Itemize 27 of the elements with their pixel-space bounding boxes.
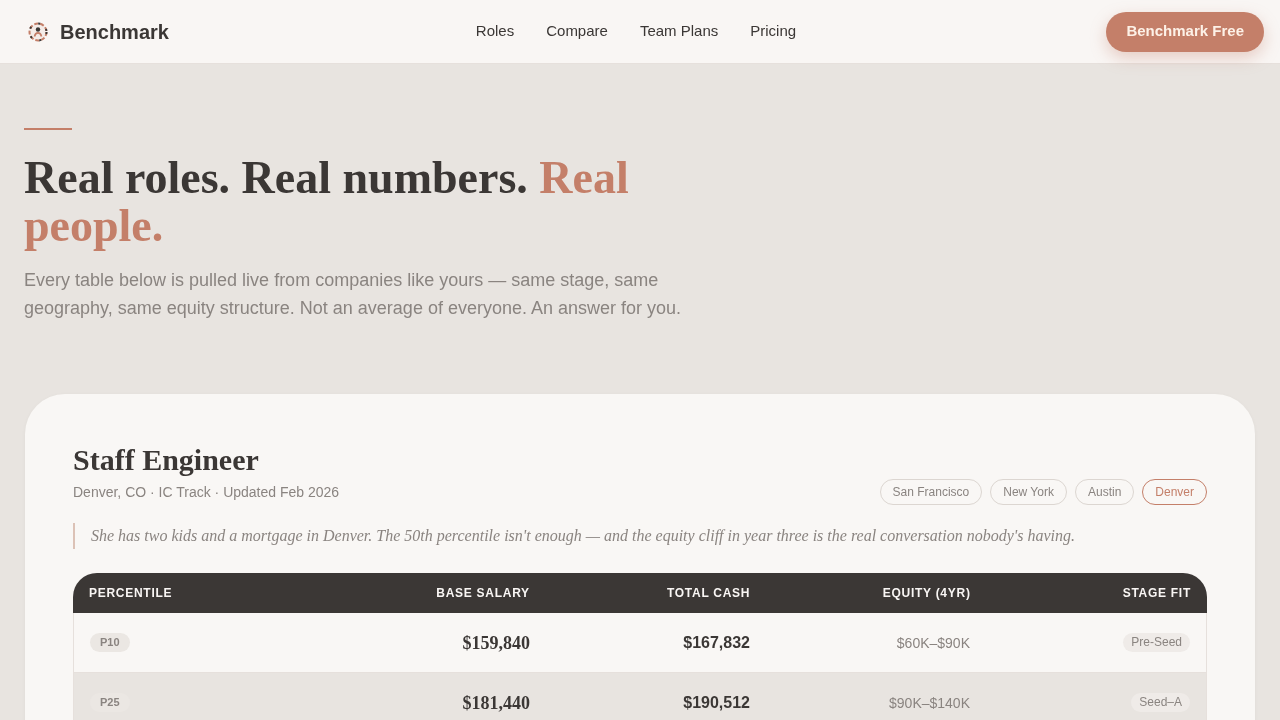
equity-cell-text: $90K–$140K	[888, 693, 970, 712]
percentile-badge: P10	[90, 633, 130, 652]
role-quote: She has two kids and a mortgage in Denver. The 50th percentile isn't enough — and the equity cliff in year three is the real conversation nobody's having.	[73, 523, 1207, 549]
column-header: STAGE FIT	[1121, 585, 1191, 602]
role-title: Staff Engineer	[73, 442, 260, 478]
nav-link[interactable]: Roles	[475, 20, 515, 43]
total-cash-cell-text: $167,832	[682, 632, 750, 653]
column-header: PERCENTILE	[89, 585, 174, 602]
accent-rule	[24, 128, 72, 130]
logo-icon	[28, 21, 48, 42]
nav-link[interactable]: Compare	[546, 20, 608, 43]
base-salary-cell-text: $159,840	[461, 632, 530, 653]
stage-fit-tag: Seed–A	[1131, 693, 1190, 712]
column-header: EQUITY (4YR)	[881, 585, 971, 602]
role-meta: Denver, CO · IC Track · Updated Feb 2026	[73, 483, 340, 502]
hero-lead-paragraph: Every table below is pulled live from companies like yours — same stage, same geography, same equity structure. Not an average of everyone. An answer for you.	[24, 269, 683, 320]
column-header: TOTAL CASH	[666, 585, 751, 602]
base-salary-cell-text: $181,440	[461, 692, 530, 713]
hero-title: Real roles. Real numbers. Real people.	[24, 154, 630, 250]
benchmark-free-button[interactable]: Benchmark Free	[1106, 11, 1264, 52]
equity-cell-text: $60K–$90K	[895, 633, 970, 652]
total-cash-cell-text: $190,512	[682, 692, 750, 713]
brand-name: Benchmark	[60, 19, 169, 45]
stage-fit-tag: Pre-Seed	[1123, 633, 1190, 652]
nav-link[interactable]: Pricing	[750, 20, 797, 43]
nav-link[interactable]: Team Plans	[639, 20, 719, 43]
column-header: BASE SALARY	[435, 585, 530, 602]
